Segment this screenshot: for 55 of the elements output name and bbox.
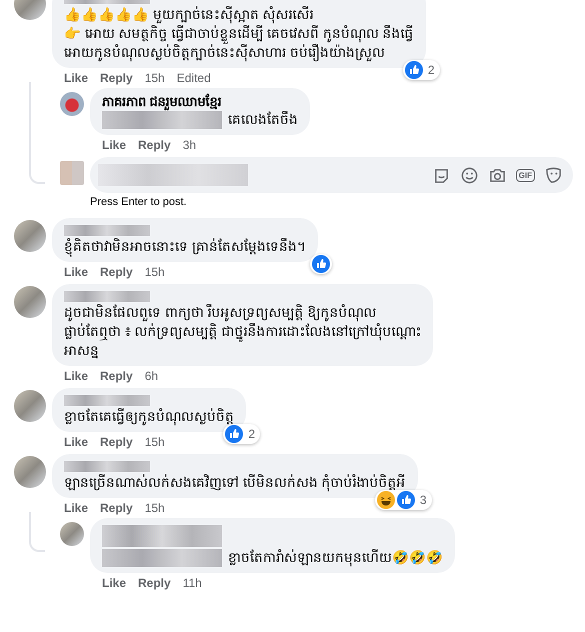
comment-time[interactable]: 15h bbox=[144, 265, 165, 280]
comment-action-link[interactable]: Like bbox=[64, 265, 88, 280]
comment-time[interactable]: 15h bbox=[144, 501, 165, 516]
thread-line bbox=[29, 512, 45, 552]
thumbs-up-icon bbox=[404, 61, 423, 79]
avatar-placeholder bbox=[60, 161, 84, 185]
reaction-badge[interactable] bbox=[310, 254, 332, 274]
reaction-badge[interactable]: 2 bbox=[402, 60, 440, 80]
comment-time[interactable]: 3h bbox=[182, 138, 196, 153]
avatar-placeholder[interactable] bbox=[60, 522, 84, 546]
comment-action-link[interactable]: Reply bbox=[100, 71, 133, 86]
sticker-icon[interactable] bbox=[544, 166, 563, 184]
edited-label: Edited bbox=[176, 71, 211, 86]
comment-action-link[interactable]: Like bbox=[102, 576, 126, 591]
comment-action-link[interactable]: Reply bbox=[138, 576, 171, 591]
comment-text: ដូចជាមិនផែលពួទេ ពាក្យថា រឹបអូសទ្រព្យសម្បត្តិ ឱ្យកូនបំណុល ផ្លាប់តែឮថា ៖ លក់ទ្រព្យសម្បត្តិ ជាថ្នូរនឹងការដោះលែងនៅក្រៅឃុំបណ្ដោះ អាសន្ន bbox=[64, 303, 422, 360]
reply-text: គេលេងតែចឹង bbox=[228, 110, 298, 129]
avatar-placeholder[interactable] bbox=[14, 220, 46, 252]
reaction-badge[interactable]: 2 bbox=[223, 424, 260, 444]
comment-action-link[interactable]: Like bbox=[64, 369, 88, 384]
comment-time[interactable]: 15h bbox=[144, 71, 165, 86]
reaction-count: 2 bbox=[247, 427, 256, 441]
reaction-count: 3 bbox=[418, 493, 428, 507]
avatar-placeholder[interactable] bbox=[14, 286, 46, 318]
laughing-face-icon bbox=[376, 491, 395, 509]
comment-action-link[interactable]: Reply bbox=[100, 435, 133, 450]
hint-text: Press Enter to post. bbox=[90, 195, 188, 210]
reply-text: ខ្លាចតែការាំស់ឡានយកមុនហើយ🤣🤣🤣 bbox=[228, 548, 443, 567]
author-name[interactable]: ភាគរភាព ជនរួមឈាមខ្មែរ bbox=[102, 93, 298, 110]
reaction-badge[interactable]: 3 bbox=[374, 490, 432, 510]
comment-time[interactable]: 11h bbox=[182, 576, 202, 591]
thumbs-up-icon bbox=[225, 425, 244, 443]
comment-text: ឡានច្រើនណាស់លក់សងគេវិញទៅ បើមិនលក់សង កុំចាប់រំងាប់ចិត្តអី bbox=[64, 473, 406, 492]
comment-action-link[interactable]: Reply bbox=[100, 501, 133, 516]
comment-action-link[interactable]: Like bbox=[102, 138, 126, 153]
comment-action-link[interactable]: Reply bbox=[138, 138, 171, 153]
comment-action-link[interactable]: Like bbox=[64, 71, 88, 86]
comment-time[interactable]: 6h bbox=[144, 369, 158, 384]
avatar-placeholder[interactable] bbox=[14, 390, 46, 422]
gif-button[interactable]: GIF bbox=[516, 168, 535, 182]
comment-text: ខ្លាចតែគេធ្វើឲ្យកូនបំណុលស្ងប់ចិត្ត bbox=[64, 407, 234, 426]
thumbs-up-icon bbox=[312, 255, 330, 273]
smiley-icon[interactable] bbox=[460, 166, 479, 184]
comment-action-link[interactable]: Like bbox=[64, 501, 88, 516]
comment-time[interactable]: 15h bbox=[144, 435, 165, 450]
comment-action-link[interactable]: Reply bbox=[100, 369, 133, 384]
avatar-placeholder[interactable] bbox=[60, 92, 84, 116]
comment-text: 👍👍👍👍👍 មួយក្បាច់នេះស៊ីស្អាត សុំសរសើរ 👉 អោយ សមត្ថកិច្ច ធ្វើជាចាប់ខ្លួនដើម្បី គេចវេសពី កូនបំណុល នឹងធ្វើ អោយកូនបំណុលស្ងប់ចិត្តក្បាច់នេះស៊ីសាហារ ចប់រឿងយ៉ាងស្រួល bbox=[64, 5, 414, 62]
comment-text: ខ្ញុំគិតថាវាមិនអាចនោះទេ គ្រាន់តែសម្តែងទេនឹង។ bbox=[64, 237, 306, 256]
thumbs-up-icon bbox=[396, 491, 415, 509]
reaction-count: 2 bbox=[426, 63, 436, 77]
comment-action-link[interactable]: Like bbox=[64, 435, 88, 450]
comment-action-link[interactable]: Reply bbox=[100, 265, 133, 280]
avatar-placeholder[interactable] bbox=[14, 456, 46, 488]
reply-input-field[interactable]: GIF bbox=[90, 157, 573, 193]
